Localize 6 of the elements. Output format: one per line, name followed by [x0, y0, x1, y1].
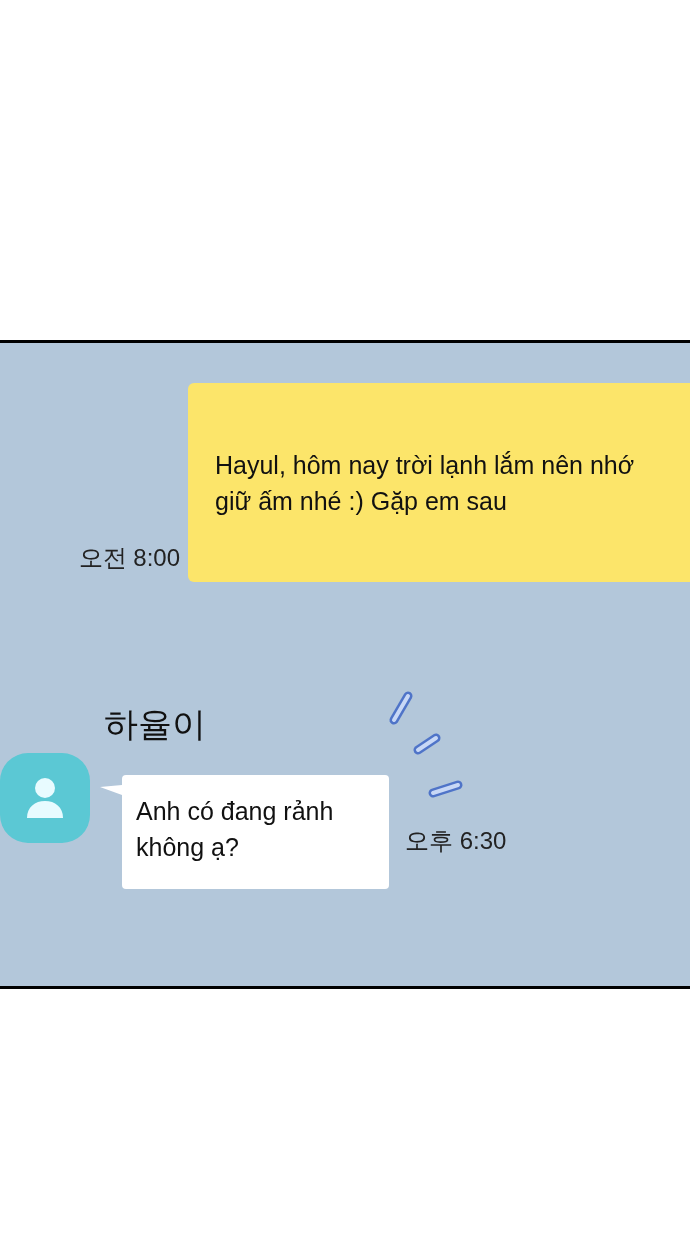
message-time: 오후 6:30 — [405, 826, 507, 856]
avatar-icon — [0, 753, 90, 843]
message-bubble: Anh có đang rảnh không ạ? — [122, 775, 389, 889]
sender-name: 하율이 — [104, 707, 207, 741]
message-bubble: Hayul, hôm nay trời lạnh lắm nên nhớ giữ ấm nhé :) Gặp em sau — [188, 383, 690, 582]
message-time: 오전 8:00 — [78, 543, 180, 573]
